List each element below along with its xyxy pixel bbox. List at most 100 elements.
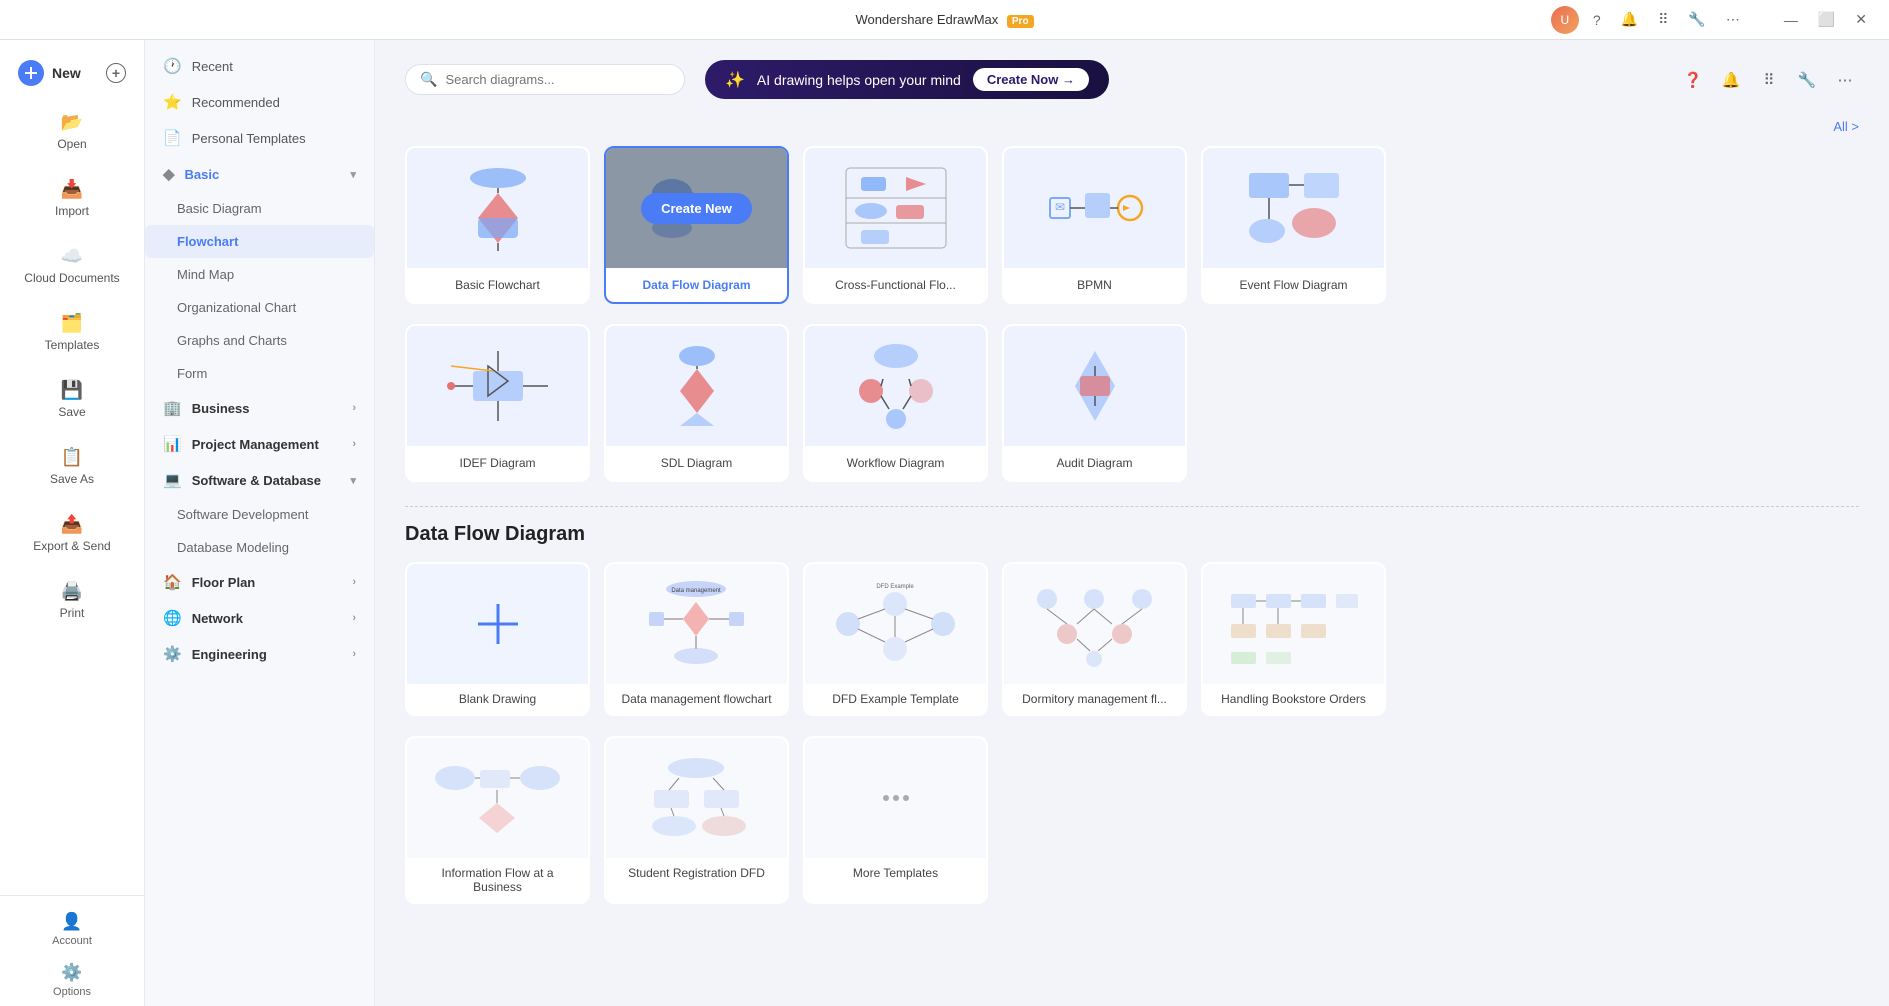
card-bpmn[interactable]: ✉ BPMN <box>1002 146 1187 304</box>
ai-text: AI drawing helps open your mind <box>757 72 961 88</box>
card-idef[interactable]: IDEF Diagram <box>405 324 590 482</box>
card-label-workflow: Workflow Diagram <box>805 446 986 480</box>
avatar[interactable]: U <box>1551 6 1579 34</box>
personal-icon: 📄 <box>163 129 182 147</box>
sidebar-item-cloud[interactable]: ☁️ Cloud Documents <box>6 234 138 297</box>
software-chevron: ▾ <box>350 474 356 487</box>
sidebar-item-save[interactable]: 💾 Save <box>6 368 138 431</box>
template-blank-label: Blank Drawing <box>407 684 588 714</box>
card-preview-cross <box>805 148 986 268</box>
template-bookstore[interactable]: Handling Bookstore Orders <box>1201 562 1386 716</box>
ai-icon: ✨ <box>725 70 745 90</box>
more-preview <box>805 738 986 858</box>
save-as-label: Save As <box>50 472 94 486</box>
nav-form[interactable]: Form <box>145 357 374 390</box>
apps-icon[interactable]: ⠿ <box>1652 9 1674 30</box>
nav-software-dev[interactable]: Software Development <box>145 498 374 531</box>
nav-basic-diagram-label: Basic Diagram <box>177 201 262 216</box>
network-chevron: › <box>352 612 356 624</box>
template-dormitory[interactable]: Dormitory management fl... <box>1002 562 1187 716</box>
nav-network[interactable]: 🌐 Network › <box>145 600 374 636</box>
help-tb-icon[interactable]: ❓ <box>1679 66 1707 94</box>
nav-recent[interactable]: 🕐 Recent <box>145 48 374 84</box>
nav-project-label: Project Management <box>192 437 319 452</box>
search-input[interactable] <box>445 72 670 87</box>
sidebar-item-account[interactable]: 👤 Account <box>0 904 144 955</box>
svg-text:✉: ✉ <box>1054 200 1064 214</box>
nav-business[interactable]: 🏢 Business › <box>145 390 374 426</box>
apps-tb-icon[interactable]: ⠿ <box>1755 66 1783 94</box>
bell-tb-icon[interactable]: 🔔 <box>1717 66 1745 94</box>
card-basic-flowchart[interactable]: Basic Flowchart <box>405 146 590 304</box>
nav-flowchart[interactable]: Flowchart <box>145 225 374 258</box>
nav-engineering[interactable]: ⚙️ Engineering › <box>145 636 374 672</box>
search-box[interactable]: 🔍 <box>405 64 685 95</box>
nav-personal-label: Personal Templates <box>192 131 306 146</box>
card-event-flow[interactable]: Event Flow Diagram <box>1201 146 1386 304</box>
sidebar-item-options[interactable]: ⚙️ Options <box>0 955 144 1006</box>
nav-floor-plan[interactable]: 🏠 Floor Plan › <box>145 564 374 600</box>
card-audit[interactable]: Audit Diagram <box>1002 324 1187 482</box>
titlebar-title: Wondershare EdrawMax Pro <box>855 12 1033 27</box>
template-more[interactable]: More Templates <box>803 736 988 904</box>
nav-personal[interactable]: 📄 Personal Templates <box>145 120 374 156</box>
nav-form-label: Form <box>177 366 207 381</box>
minimize-button[interactable]: — <box>1778 10 1804 30</box>
sidebar-item-print[interactable]: 🖨️ Print <box>6 569 138 632</box>
nav-flowchart-label: Flowchart <box>177 234 238 249</box>
project-icon: 📊 <box>163 435 182 453</box>
card-data-flow-diagram[interactable]: Create New Data Flow Diagram Data Flow D… <box>604 146 789 304</box>
nav-db-modeling[interactable]: Database Modeling <box>145 531 374 564</box>
more-dots <box>883 738 909 858</box>
sidebar-item-open[interactable]: 📂 Open <box>6 100 138 163</box>
business-icon: 🏢 <box>163 399 182 417</box>
nav-mind-map[interactable]: Mind Map <box>145 258 374 291</box>
template-data-mgmt[interactable]: Data management Data management flowchar… <box>604 562 789 716</box>
more-icon[interactable]: ⋯ <box>1720 9 1746 30</box>
sidebar-item-import[interactable]: 📥 Import <box>6 167 138 230</box>
card-workflow[interactable]: Workflow Diagram <box>803 324 988 482</box>
titlebar-controls: U ? 🔔 ⠿ 🔧 ⋯ — ⬜ ✕ <box>1551 6 1873 34</box>
new-plus-icon[interactable]: + <box>106 63 126 83</box>
divider <box>405 506 1859 507</box>
card-label-event-flow: Event Flow Diagram <box>1203 268 1384 302</box>
create-new-button[interactable]: Create New <box>641 193 752 224</box>
settings-icon[interactable]: 🔧 <box>1682 9 1711 30</box>
close-button[interactable]: ✕ <box>1849 9 1873 30</box>
card-cross-functional[interactable]: Cross-Functional Flo... <box>803 146 988 304</box>
bell-icon[interactable]: 🔔 <box>1615 9 1644 30</box>
sidebar-item-save-as[interactable]: 📋 Save As <box>6 435 138 498</box>
svg-text:Data management: Data management <box>671 588 721 594</box>
more-tb-icon[interactable]: ⋯ <box>1831 66 1859 94</box>
sidebar-item-templates[interactable]: 🗂️ Templates <box>6 301 138 364</box>
templates-label: Templates <box>45 338 100 352</box>
nav-basic-label: Basic <box>185 167 220 182</box>
create-now-button[interactable]: Create Now → <box>973 68 1089 91</box>
maximize-button[interactable]: ⬜ <box>1812 9 1841 30</box>
sidebar-item-new[interactable]: New + <box>6 50 138 96</box>
template-dfd-example-label: DFD Example Template <box>805 684 986 714</box>
nav-basic[interactable]: ◆ Basic ▾ <box>145 156 374 192</box>
business-chevron: › <box>352 402 356 414</box>
nav-org-chart[interactable]: Organizational Chart <box>145 291 374 324</box>
tools-tb-icon[interactable]: 🔧 <box>1793 66 1821 94</box>
nav-graphs[interactable]: Graphs and Charts <box>145 324 374 357</box>
titlebar: Wondershare EdrawMax Pro U ? 🔔 ⠿ 🔧 ⋯ — ⬜… <box>0 0 1889 40</box>
template-blank[interactable]: Blank Drawing <box>405 562 590 716</box>
nav-recommended[interactable]: ⭐ Recommended <box>145 84 374 120</box>
nav-software[interactable]: 💻 Software & Database ▾ <box>145 462 374 498</box>
template-info-flow[interactable]: Information Flow at a Business <box>405 736 590 904</box>
template-student-reg[interactable]: Student Registration DFD <box>604 736 789 904</box>
search-row: 🔍 ✨ AI drawing helps open your mind Crea… <box>405 60 1859 99</box>
nav-project-mgmt[interactable]: 📊 Project Management › <box>145 426 374 462</box>
help-icon[interactable]: ? <box>1587 10 1607 30</box>
nav-basic-diagram[interactable]: Basic Diagram <box>145 192 374 225</box>
card-sdl[interactable]: SDL Diagram <box>604 324 789 482</box>
template-student-reg-label: Student Registration DFD <box>606 858 787 888</box>
template-dfd-example[interactable]: DFD Example DFD Example Template <box>803 562 988 716</box>
sidebar-item-export[interactable]: 📤 Export & Send <box>6 502 138 565</box>
floor-plan-icon: 🏠 <box>163 573 182 591</box>
dot2 <box>893 795 899 801</box>
dfd-example-preview: DFD Example <box>805 564 986 684</box>
all-link[interactable]: All > <box>1833 119 1859 134</box>
